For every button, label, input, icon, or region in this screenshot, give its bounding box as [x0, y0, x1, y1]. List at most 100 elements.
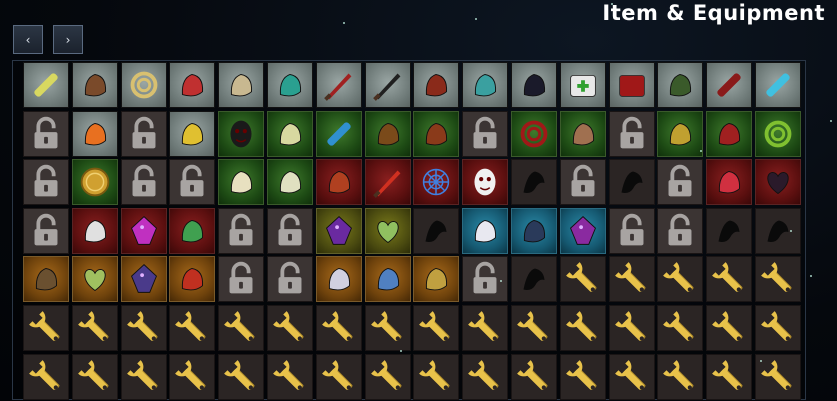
equipment-slot[interactable] — [169, 353, 216, 400]
equipment-slot[interactable] — [559, 353, 606, 400]
equipment-slot[interactable] — [23, 304, 69, 351]
item-slot[interactable] — [315, 62, 362, 108]
item-slot[interactable] — [413, 159, 460, 206]
equipment-slot[interactable] — [315, 304, 362, 351]
item-slot[interactable] — [754, 207, 801, 254]
item-slot[interactable] — [71, 159, 118, 206]
equipment-slot[interactable] — [559, 304, 606, 351]
locked-slot[interactable] — [23, 207, 69, 254]
equipment-slot[interactable] — [364, 353, 411, 400]
equipment-slot[interactable] — [706, 256, 753, 303]
item-slot[interactable] — [120, 62, 167, 108]
item-slot[interactable] — [413, 256, 460, 303]
item-slot[interactable] — [754, 62, 801, 108]
item-slot[interactable] — [218, 110, 265, 157]
item-slot[interactable] — [120, 256, 167, 303]
item-slot[interactable] — [413, 62, 460, 108]
locked-slot[interactable] — [218, 256, 265, 303]
equipment-slot[interactable] — [169, 304, 216, 351]
item-slot[interactable] — [364, 62, 411, 108]
equipment-slot[interactable] — [266, 304, 313, 351]
locked-slot[interactable] — [266, 207, 313, 254]
item-slot[interactable] — [23, 62, 69, 108]
item-slot[interactable] — [71, 110, 118, 157]
item-slot[interactable] — [364, 256, 411, 303]
equipment-slot[interactable] — [706, 304, 753, 351]
item-slot[interactable] — [706, 62, 753, 108]
equipment-slot[interactable] — [754, 256, 801, 303]
item-slot[interactable] — [71, 256, 118, 303]
equipment-slot[interactable] — [559, 256, 606, 303]
item-slot[interactable] — [169, 62, 216, 108]
locked-slot[interactable] — [462, 110, 509, 157]
item-slot[interactable] — [462, 207, 509, 254]
item-slot[interactable] — [266, 110, 313, 157]
item-slot[interactable] — [510, 256, 557, 303]
item-slot[interactable] — [169, 110, 216, 157]
item-slot[interactable] — [218, 159, 265, 206]
item-slot[interactable] — [559, 207, 606, 254]
item-slot[interactable] — [169, 207, 216, 254]
item-slot[interactable] — [71, 62, 118, 108]
item-slot[interactable] — [608, 62, 655, 108]
locked-slot[interactable] — [266, 256, 313, 303]
locked-slot[interactable] — [120, 110, 167, 157]
equipment-slot[interactable] — [218, 353, 265, 400]
equipment-slot[interactable] — [657, 304, 704, 351]
item-slot[interactable] — [218, 62, 265, 108]
item-slot[interactable] — [559, 62, 606, 108]
item-slot[interactable] — [754, 159, 801, 206]
locked-slot[interactable] — [23, 110, 69, 157]
equipment-slot[interactable] — [608, 353, 655, 400]
item-slot[interactable] — [315, 110, 362, 157]
equipment-slot[interactable] — [315, 353, 362, 400]
item-slot[interactable] — [266, 62, 313, 108]
item-slot[interactable] — [364, 110, 411, 157]
item-slot[interactable] — [510, 207, 557, 254]
item-slot[interactable] — [23, 256, 69, 303]
equipment-slot[interactable] — [462, 304, 509, 351]
item-slot[interactable] — [169, 256, 216, 303]
item-slot[interactable] — [315, 207, 362, 254]
item-slot[interactable] — [120, 207, 167, 254]
item-slot[interactable] — [706, 207, 753, 254]
equipment-slot[interactable] — [608, 256, 655, 303]
equipment-slot[interactable] — [462, 353, 509, 400]
item-slot[interactable] — [657, 110, 704, 157]
locked-slot[interactable] — [120, 159, 167, 206]
equipment-slot[interactable] — [71, 353, 118, 400]
equipment-slot[interactable] — [120, 304, 167, 351]
locked-slot[interactable] — [559, 159, 606, 206]
item-slot[interactable] — [706, 159, 753, 206]
equipment-slot[interactable] — [657, 256, 704, 303]
item-slot[interactable] — [413, 207, 460, 254]
item-slot[interactable] — [266, 159, 313, 206]
item-slot[interactable] — [559, 110, 606, 157]
locked-slot[interactable] — [657, 207, 704, 254]
locked-slot[interactable] — [608, 207, 655, 254]
prev-page-button[interactable]: ‹ — [13, 25, 43, 54]
equipment-slot[interactable] — [706, 353, 753, 400]
item-slot[interactable] — [657, 62, 704, 108]
equipment-slot[interactable] — [510, 353, 557, 400]
item-slot[interactable] — [754, 110, 801, 157]
item-slot[interactable] — [413, 110, 460, 157]
equipment-slot[interactable] — [657, 353, 704, 400]
equipment-slot[interactable] — [71, 304, 118, 351]
next-page-button[interactable]: › — [53, 25, 83, 54]
locked-slot[interactable] — [657, 159, 704, 206]
equipment-slot[interactable] — [364, 304, 411, 351]
equipment-slot[interactable] — [218, 304, 265, 351]
equipment-slot[interactable] — [413, 304, 460, 351]
item-slot[interactable] — [71, 207, 118, 254]
item-slot[interactable] — [510, 159, 557, 206]
item-slot[interactable] — [315, 159, 362, 206]
locked-slot[interactable] — [608, 110, 655, 157]
equipment-slot[interactable] — [754, 304, 801, 351]
item-slot[interactable] — [315, 256, 362, 303]
equipment-slot[interactable] — [413, 353, 460, 400]
equipment-slot[interactable] — [23, 353, 69, 400]
locked-slot[interactable] — [169, 159, 216, 206]
locked-slot[interactable] — [218, 207, 265, 254]
equipment-slot[interactable] — [510, 304, 557, 351]
